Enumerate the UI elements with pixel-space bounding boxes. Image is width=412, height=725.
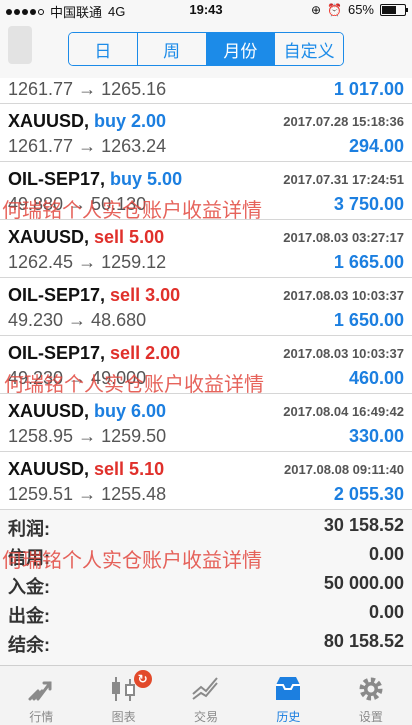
summary-value: 80 158.52 — [323, 631, 404, 651]
trade-symbol: OIL-SEP17, — [8, 343, 106, 363]
trade-symbol: OIL-SEP17, — [8, 285, 106, 305]
period-segmented-control: 日 周 月份 自定义 — [68, 32, 344, 66]
trade-prices: 1258.95 → 1259.50 — [8, 426, 167, 446]
trade-title: XAUUSD, sell 5.10 — [8, 459, 164, 480]
summary-label: 出金: — [8, 606, 50, 626]
trade-side: buy 5.00 — [110, 169, 183, 189]
trade-row[interactable]: XAUUSD, buy 2.00 2017.07.28 15:18:36 126… — [0, 104, 412, 162]
trade-profit: 3 750.00 — [333, 194, 404, 214]
trade-side: sell 5.00 — [94, 227, 165, 247]
summary-label: 信用: — [8, 548, 50, 568]
trade-profit: 1 650.00 — [333, 310, 404, 330]
trade-title: XAUUSD, sell 5.00 — [8, 227, 164, 248]
trade-row[interactable]: XAUUSD, sell 5.10 2017.08.08 09:11:40 12… — [0, 452, 412, 510]
trade-profit: 1 017.00 — [333, 79, 404, 99]
alarm-icon: ⏰ — [327, 2, 342, 17]
trade-time: 2017.08.03 10:03:37 — [283, 346, 404, 361]
trade-profit: 460.00 — [348, 368, 404, 388]
tab-label: 历史 — [276, 710, 301, 724]
history-icon — [276, 677, 301, 700]
period-tab-day[interactable]: 日 — [69, 33, 138, 65]
trade-profit: 330.00 — [348, 426, 404, 446]
trade-history-list[interactable]: 1261.77 → 1265.16 1 017.00 XAUUSD, buy 2… — [0, 78, 412, 510]
trade-time: 2017.08.03 10:03:37 — [283, 288, 404, 303]
trade-side: buy 6.00 — [94, 401, 167, 421]
period-selector-bar: 日 周 月份 自定义 — [0, 20, 412, 78]
summary-value: 50 000.00 — [323, 573, 404, 593]
trade-prices: 1259.51 → 1255.48 — [8, 484, 167, 504]
trade-symbol: XAUUSD, — [8, 459, 90, 479]
tab-history[interactable]: 历史 — [247, 666, 329, 725]
trade-time: 2017.08.04 16:49:42 — [283, 404, 404, 419]
trade-symbol: XAUUSD, — [8, 401, 90, 421]
trade-title: OIL-SEP17, sell 2.00 — [8, 343, 180, 364]
trade-time: 2017.07.31 17:24:51 — [283, 172, 404, 187]
tab-quotes[interactable]: 行情 — [0, 666, 82, 725]
battery-percent: 65% — [347, 2, 374, 17]
trade-icon — [192, 677, 218, 700]
summary-value: 0.00 — [368, 544, 404, 564]
settings-icon — [359, 677, 383, 701]
trade-title: OIL-SEP17, buy 5.00 — [8, 169, 182, 190]
battery-level — [382, 5, 396, 14]
trade-prices: 49.230 → 48.680 — [8, 310, 147, 330]
trade-row[interactable]: OIL-SEP17, buy 5.00 2017.07.31 17:24:51 … — [0, 162, 412, 220]
period-tab-month[interactable]: 月份 — [206, 33, 276, 65]
rotation-lock-icon: ⊕ — [310, 2, 322, 17]
trade-symbol: XAUUSD, — [8, 111, 90, 131]
summary-label: 利润: — [8, 519, 50, 539]
trade-time: 2017.07.28 15:18:36 — [283, 114, 404, 129]
summary-row-profit: 利润: 30 158.52 — [0, 510, 412, 539]
status-right: ⊕ ⏰ 65% — [310, 2, 408, 17]
tab-label: 交易 — [194, 710, 219, 724]
summary-row-withdrawal: 出金: 0.00 — [0, 597, 412, 626]
bottom-tab-bar: 行情 ↻ 图表 交易 历史 设置 — [0, 665, 412, 725]
trade-row-partial[interactable]: 1261.77 → 1265.16 1 017.00 — [0, 78, 412, 104]
trade-title: OIL-SEP17, sell 3.00 — [8, 285, 180, 306]
summary-value: 0.00 — [368, 602, 404, 622]
trade-title: XAUUSD, buy 2.00 — [8, 111, 166, 132]
trade-symbol: XAUUSD, — [8, 227, 90, 247]
trade-row[interactable]: XAUUSD, buy 6.00 2017.08.04 16:49:42 125… — [0, 394, 412, 452]
tab-chart[interactable]: ↻ 图表 — [82, 666, 164, 725]
summary-row-balance: 结余: 80 158.52 — [0, 626, 412, 655]
account-summary: 利润: 30 158.52 信用: 0.00 入金: 50 000.00 出金:… — [0, 510, 412, 655]
tab-label: 行情 — [29, 710, 54, 724]
trade-side: buy 2.00 — [94, 111, 167, 131]
status-bar: 中国联通 4G 19:43 ⊕ ⏰ 65% — [0, 0, 412, 20]
battery-icon — [380, 3, 408, 16]
trade-row[interactable]: XAUUSD, sell 5.00 2017.08.03 03:27:17 12… — [0, 220, 412, 278]
trade-symbol: OIL-SEP17, — [8, 169, 106, 189]
trade-profit: 2 055.30 — [333, 484, 404, 504]
trade-row[interactable]: OIL-SEP17, sell 3.00 2017.08.03 10:03:37… — [0, 278, 412, 336]
trade-time: 2017.08.08 09:11:40 — [284, 462, 404, 477]
trade-side: sell 5.10 — [94, 459, 165, 479]
period-tab-custom[interactable]: 自定义 — [275, 33, 343, 65]
tab-label: 图表 — [111, 710, 136, 724]
period-tab-week[interactable]: 周 — [137, 33, 207, 65]
fold-handle[interactable] — [8, 26, 32, 64]
trade-side: sell 2.00 — [110, 343, 181, 363]
trade-row[interactable]: OIL-SEP17, sell 2.00 2017.08.03 10:03:37… — [0, 336, 412, 394]
trade-profit: 1 665.00 — [333, 252, 404, 272]
trade-side: sell 3.00 — [110, 285, 181, 305]
trade-title: XAUUSD, buy 6.00 — [8, 401, 166, 422]
quotes-icon — [28, 681, 52, 701]
summary-label: 入金: — [8, 577, 50, 597]
tab-label: 设置 — [358, 710, 383, 724]
trade-prices: 1262.45 → 1259.12 — [8, 252, 167, 272]
trade-prices: 1261.77 → 1263.24 — [8, 136, 167, 156]
summary-row-credit: 信用: 0.00 — [0, 539, 412, 568]
tab-settings[interactable]: 设置 — [330, 666, 412, 725]
tab-trade[interactable]: 交易 — [165, 666, 247, 725]
trade-prices: 49.230 → 49.000 — [8, 368, 147, 388]
summary-row-deposit: 入金: 50 000.00 — [0, 568, 412, 597]
summary-value: 30 158.52 — [323, 515, 404, 535]
trade-time: 2017.08.03 03:27:17 — [283, 230, 404, 245]
summary-label: 结余: — [8, 635, 50, 655]
trade-prices: 1261.77 → 1265.16 — [8, 79, 167, 99]
chart-badge-refresh-icon: ↻ — [133, 670, 152, 688]
trade-profit: 294.00 — [348, 136, 404, 156]
trade-prices: 49.880 → 50.130 — [8, 194, 147, 214]
